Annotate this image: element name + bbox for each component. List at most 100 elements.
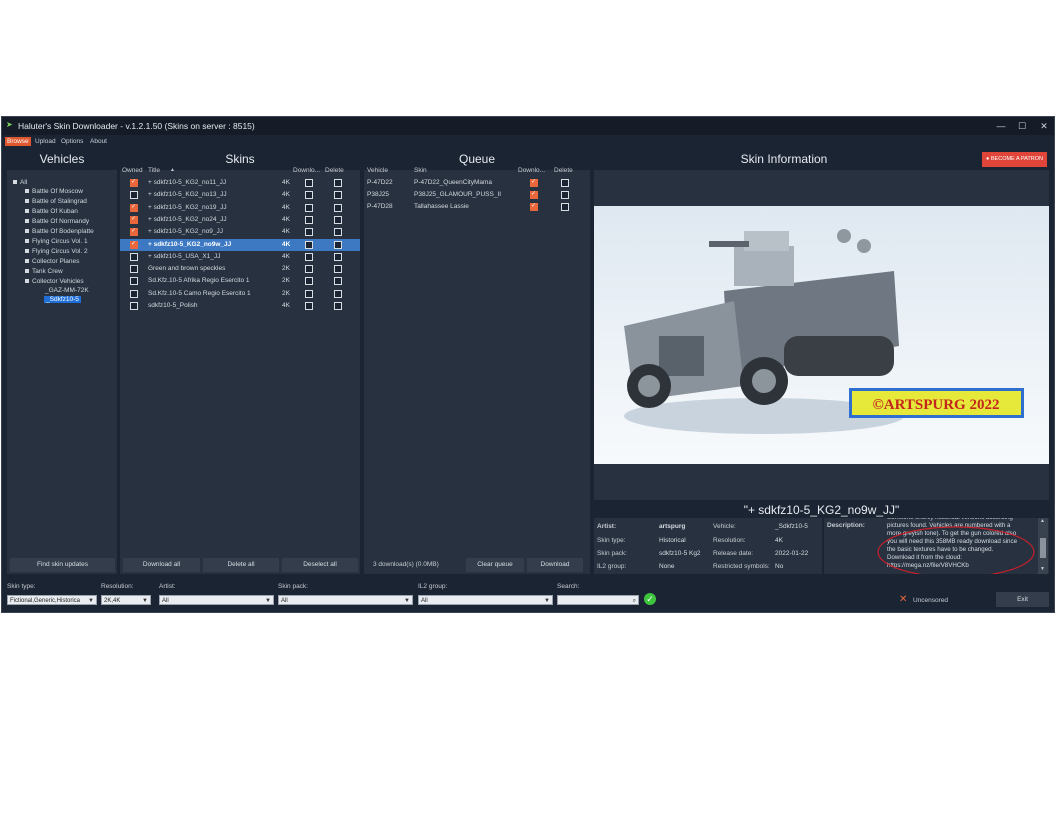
- resolution-select[interactable]: 2K,4K ▼: [101, 595, 151, 605]
- owned-checkbox[interactable]: [130, 178, 138, 187]
- menu-browse[interactable]: Browse: [5, 137, 31, 146]
- queue-delete-checkbox[interactable]: [561, 179, 569, 187]
- skins-col-owned[interactable]: Owned: [122, 167, 143, 174]
- maximize-button[interactable]: ☐: [1013, 119, 1031, 133]
- tree-group-item[interactable]: Battle Of Bodenplatte: [25, 228, 94, 235]
- queue-delete-checkbox[interactable]: [561, 203, 569, 211]
- owned-checkbox[interactable]: [130, 265, 138, 274]
- delete-checkbox[interactable]: [334, 191, 342, 200]
- skins-col-download[interactable]: Downlo...: [293, 167, 320, 174]
- delete-checkbox[interactable]: [334, 240, 342, 249]
- owned-checkbox[interactable]: [130, 203, 138, 212]
- search-input[interactable]: ⌕: [557, 595, 639, 605]
- queue-download-checkbox[interactable]: [530, 202, 538, 211]
- queue-download-checkbox[interactable]: [530, 178, 538, 187]
- queue-row[interactable]: P-47D28 Tallahassee Lassie: [364, 201, 590, 213]
- delete-checkbox[interactable]: [334, 179, 342, 187]
- download-checkbox[interactable]: [305, 252, 313, 261]
- download-all-button[interactable]: Download all: [123, 558, 200, 572]
- skin-row[interactable]: + sdkfz10-5_KG2_no19_JJ 4K: [120, 202, 360, 214]
- skins-col-delete[interactable]: Delete: [325, 167, 344, 174]
- delete-checkbox[interactable]: [334, 215, 342, 224]
- skin-row[interactable]: + sdkfz10-5_KG2_no11_JJ 4K: [120, 177, 360, 189]
- download-checkbox[interactable]: [305, 203, 313, 212]
- search-confirm-icon[interactable]: ✓: [644, 593, 656, 605]
- download-checkbox[interactable]: [305, 277, 313, 286]
- skin-pack-select[interactable]: All ▼: [278, 595, 413, 605]
- queue-col-download[interactable]: Downlo...: [518, 167, 545, 174]
- skin-type-select[interactable]: Fictional,Generic,Historica ▼: [7, 595, 97, 605]
- owned-checkbox[interactable]: [130, 289, 138, 298]
- skin-row[interactable]: + sdkfz10-5_KG2_no13_JJ 4K: [120, 189, 360, 201]
- delete-all-button[interactable]: Delete all: [203, 558, 279, 572]
- description-box[interactable]: Description: Someone shortly historical …: [824, 518, 1049, 574]
- queue-download-checkbox[interactable]: [530, 190, 538, 199]
- tree-group-item[interactable]: Collector Planes: [25, 258, 79, 265]
- skins-col-title[interactable]: Title: [148, 167, 160, 174]
- download-checkbox[interactable]: [305, 289, 313, 298]
- delete-checkbox[interactable]: [334, 252, 342, 261]
- exit-button[interactable]: Exit: [996, 592, 1049, 607]
- artist-select[interactable]: All ▼: [159, 595, 274, 605]
- tree-group-item[interactable]: Flying Circus Vol. 2: [25, 248, 88, 255]
- skin-row[interactable]: Green and brown speckles 2K: [120, 263, 360, 275]
- owned-checkbox[interactable]: [130, 252, 138, 261]
- queue-col-skin[interactable]: Skin: [414, 167, 427, 174]
- tree-group-item[interactable]: Battle Of Kuban: [25, 208, 78, 215]
- tree-group-item[interactable]: Flying Circus Vol. 1: [25, 238, 88, 245]
- delete-checkbox[interactable]: [334, 277, 342, 286]
- queue-row[interactable]: P38J25 P38J25_GLAMOUR_PUSS_II: [364, 189, 590, 201]
- delete-checkbox[interactable]: [334, 265, 342, 274]
- queue-col-delete[interactable]: Delete: [554, 167, 573, 174]
- il2-group-select[interactable]: All ▼: [418, 595, 553, 605]
- minimize-button[interactable]: —: [992, 119, 1010, 133]
- tree-group-item[interactable]: Battle Of Moscow: [25, 188, 83, 195]
- become-patron-button[interactable]: ● BECOME A PATRON: [982, 152, 1047, 167]
- download-checkbox[interactable]: [305, 215, 313, 224]
- download-button[interactable]: Download: [527, 558, 583, 572]
- tree-group-item[interactable]: Battle Of Normandy: [25, 218, 89, 225]
- skin-row[interactable]: sdkfz10-5_Polish 4K: [120, 300, 360, 312]
- clear-queue-button[interactable]: Clear queue: [466, 558, 524, 572]
- tree-child-gaz[interactable]: _GAZ-MM-72K: [45, 287, 89, 294]
- skin-row[interactable]: + sdkfz10-5_KG2_no9_JJ 4K: [120, 226, 360, 238]
- tree-group-item[interactable]: Battle of Stalingrad: [25, 198, 87, 205]
- skin-row[interactable]: Sd.Kfz.10-5 Afrika Regio Esercito 1 2K: [120, 275, 360, 287]
- skin-row[interactable]: + sdkfz10-5_KG2_no9w_JJ 4K: [120, 238, 360, 251]
- tree-group-item[interactable]: Tank Crew: [25, 268, 63, 275]
- skin-row[interactable]: + sdkfz10-5_USA_X1_JJ 4K: [120, 251, 360, 263]
- owned-checkbox[interactable]: [130, 240, 138, 249]
- owned-checkbox[interactable]: [130, 227, 138, 237]
- skin-row[interactable]: + sdkfz10-5_KG2_no24_JJ 4K: [120, 214, 360, 226]
- deselect-all-button[interactable]: Deselect all: [282, 558, 358, 572]
- tree-item-all[interactable]: All: [13, 179, 27, 186]
- menu-options[interactable]: Options: [59, 137, 85, 146]
- download-checkbox[interactable]: [305, 191, 313, 200]
- delete-checkbox[interactable]: [334, 203, 342, 212]
- owned-checkbox[interactable]: [130, 277, 138, 286]
- uncensored-x-icon[interactable]: ✕: [899, 594, 907, 605]
- menu-upload[interactable]: Upload: [33, 137, 58, 146]
- skin-row[interactable]: Sd.Kfz.10-5 Camo Regio Esercito 1 2K: [120, 288, 360, 300]
- close-button[interactable]: ✕: [1035, 119, 1053, 133]
- delete-checkbox[interactable]: [334, 302, 342, 310]
- download-checkbox[interactable]: [305, 179, 313, 187]
- find-skin-updates-button[interactable]: Find skin updates: [10, 558, 115, 572]
- search-icon[interactable]: ⌕: [633, 596, 636, 606]
- owned-checkbox[interactable]: [130, 191, 138, 200]
- delete-checkbox[interactable]: [334, 228, 342, 237]
- queue-row[interactable]: P-47D22 P-47D22_QueenCityMama: [364, 177, 590, 189]
- uncensored-label[interactable]: Uncensored: [913, 597, 948, 604]
- download-checkbox[interactable]: [305, 240, 313, 249]
- tree-child-sdkfz[interactable]: _Sdkfz10-5: [44, 296, 81, 303]
- queue-delete-checkbox[interactable]: [561, 191, 569, 199]
- owned-checkbox[interactable]: [130, 215, 138, 224]
- delete-checkbox[interactable]: [334, 289, 342, 298]
- queue-col-vehicle[interactable]: Vehicle: [367, 167, 388, 174]
- download-checkbox[interactable]: [305, 228, 313, 237]
- download-checkbox[interactable]: [305, 265, 313, 274]
- download-checkbox[interactable]: [305, 302, 313, 310]
- menu-about[interactable]: About: [88, 137, 109, 146]
- tree-group-item[interactable]: Collector Vehicles: [25, 278, 84, 285]
- owned-checkbox[interactable]: [130, 302, 138, 310]
